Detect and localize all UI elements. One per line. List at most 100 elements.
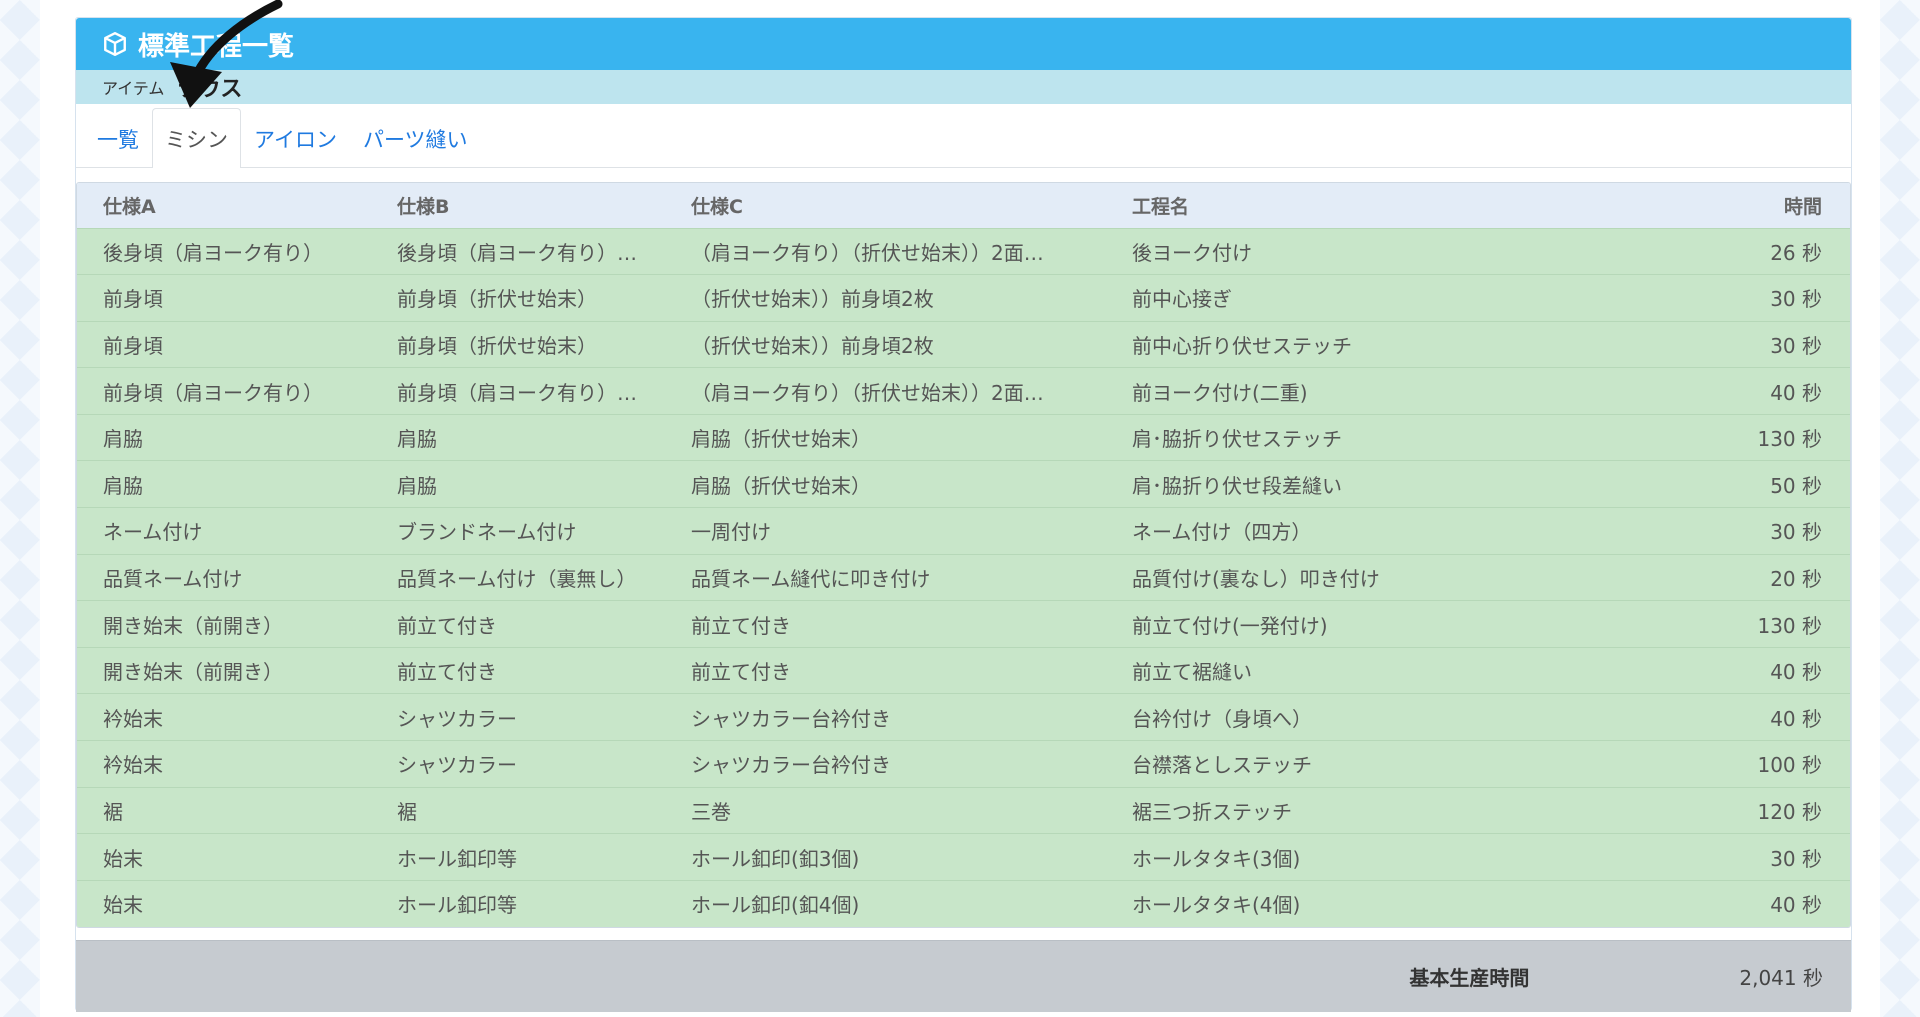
- table-body: 後身頃（肩ヨーク有り） 後身頃（肩ヨーク有り）… （肩ヨーク有り）（折伏せ始末））2…: [77, 228, 1850, 927]
- cube-icon: [102, 31, 128, 57]
- cell-time: 30 秒: [1770, 520, 1822, 545]
- card-header: 標準工程一覧: [76, 18, 1851, 70]
- table-row[interactable]: 前身頃（肩ヨーク有り） 前身頃（肩ヨーク有り）… （肩ヨーク有り）（折伏せ始末））2…: [77, 367, 1850, 415]
- table-row[interactable]: 肩脇 肩脇 肩脇（折伏せ始末） 肩･脇折り伏せ段差縫い 50 秒: [77, 460, 1850, 508]
- table-row[interactable]: 品質ネーム付け 品質ネーム付け（裏無し） 品質ネーム縫代に叩き付け 品質付け(裏なし）…: [77, 554, 1850, 601]
- table-row[interactable]: 前身頃 前身頃（折伏せ始末） （折伏せ始末））前身頃2枚 前中心折り伏せステッチ 30 …: [77, 321, 1850, 368]
- cell-spec-b: 品質ネーム付け（裏無し）: [397, 566, 637, 591]
- cell-spec-b: 前立て付き: [397, 613, 497, 638]
- cell-time: 130 秒: [1757, 427, 1822, 452]
- cell-spec-a: 後身頃（肩ヨーク有り）: [103, 240, 323, 265]
- cell-spec-c: ホール釦印(釦3個): [691, 846, 860, 871]
- table-row[interactable]: 始末 ホール釦印等 ホール釦印(釦3個) ホールタタキ(3個) 30 秒: [77, 833, 1850, 881]
- column-header-time[interactable]: 時間: [1656, 183, 1850, 228]
- item-subheader: アイテム ラウス: [76, 70, 1851, 104]
- cell-spec-a: 衿始末: [103, 706, 163, 731]
- cell-time: 40 秒: [1770, 380, 1822, 405]
- cell-time: 120 秒: [1757, 799, 1822, 824]
- cell-time: 30 秒: [1770, 287, 1822, 312]
- cell-process-name: 前中心接ぎ: [1132, 287, 1232, 312]
- cell-spec-a: 始末: [103, 893, 143, 918]
- cell-spec-c: 前立て付き: [691, 613, 791, 638]
- cell-spec-b: 前身頃（肩ヨーク有り）…: [397, 380, 637, 405]
- tab-bar: 一覧 ミシン アイロン パーツ縫い: [76, 104, 1851, 168]
- item-value: ラウス: [176, 77, 243, 102]
- cell-spec-a: 前身頃（肩ヨーク有り）: [103, 380, 323, 405]
- cell-spec-a: 前身頃: [103, 287, 163, 312]
- table-row[interactable]: 衿始末 シャツカラー シャツカラー台衿付き 台襟落としステッチ 100 秒: [77, 740, 1850, 788]
- cell-spec-c: （肩ヨーク有り）（折伏せ始末））2面…: [691, 240, 1044, 265]
- cell-spec-b: シャツカラー: [397, 706, 517, 731]
- cell-spec-a: 開き始末（前開き）: [103, 660, 283, 685]
- cell-process-name: ホールタタキ(3個): [1132, 846, 1301, 871]
- cell-time: 30 秒: [1770, 333, 1822, 358]
- process-table: 仕様A 仕様B 仕様C 工程名 時間 後身頃（肩ヨーク有り） 後身頃（肩ヨーク有り…: [77, 183, 1850, 927]
- cell-spec-a: 前身頃: [103, 333, 163, 358]
- table-row[interactable]: 後身頃（肩ヨーク有り） 後身頃（肩ヨーク有り）… （肩ヨーク有り）（折伏せ始末））2…: [77, 228, 1850, 275]
- cell-process-name: ネーム付け（四方）: [1132, 520, 1312, 545]
- cell-spec-b: ホール釦印等: [397, 893, 517, 918]
- table-row[interactable]: ネーム付け ブランドネーム付け 一周付け ネーム付け（四方） 30 秒: [77, 507, 1850, 555]
- cell-process-name: 台衿付け（身頃へ）: [1132, 706, 1312, 731]
- cell-time: 30 秒: [1770, 846, 1822, 871]
- table-row[interactable]: 裾 裾 三巻 裾三つ折ステッチ 120 秒: [77, 787, 1850, 834]
- cell-process-name: ホールタタキ(4個): [1132, 893, 1301, 918]
- table-row[interactable]: 前身頃 前身頃（折伏せ始末） （折伏せ始末））前身頃2枚 前中心接ぎ 30 秒: [77, 274, 1850, 322]
- cell-spec-b: 肩脇: [397, 427, 437, 452]
- cell-process-name: 後ヨーク付け: [1132, 240, 1252, 265]
- cell-spec-b: シャツカラー: [397, 753, 517, 778]
- cell-time: 26 秒: [1770, 240, 1822, 265]
- cell-time: 40 秒: [1770, 893, 1822, 918]
- cell-time: 130 秒: [1757, 613, 1822, 638]
- column-header-spec-b[interactable]: 仕様B: [371, 183, 665, 228]
- cell-spec-c: （肩ヨーク有り）（折伏せ始末））2面…: [691, 380, 1044, 405]
- cell-spec-a: 開き始末（前開き）: [103, 613, 283, 638]
- cell-spec-b: ブランドネーム付け: [397, 520, 577, 545]
- cell-process-name: 前中心折り伏せステッチ: [1132, 333, 1352, 358]
- cell-process-name: 裾三つ折ステッチ: [1132, 799, 1292, 824]
- cell-spec-a: 始末: [103, 846, 143, 871]
- column-header-process-name[interactable]: 工程名: [1106, 183, 1656, 228]
- cell-process-name: 肩･脇折り伏せステッチ: [1132, 427, 1342, 452]
- cell-spec-b: 前立て付き: [397, 660, 497, 685]
- cell-spec-b: 裾: [397, 799, 417, 824]
- cell-process-name: 台襟落としステッチ: [1132, 753, 1312, 778]
- cell-spec-b: 後身頃（肩ヨーク有り）…: [397, 240, 637, 265]
- cell-time: 100 秒: [1757, 753, 1822, 778]
- table-row[interactable]: 肩脇 肩脇 肩脇（折伏せ始末） 肩･脇折り伏せステッチ 130 秒: [77, 414, 1850, 461]
- cell-spec-a: 品質ネーム付け: [103, 566, 243, 591]
- cell-spec-a: 裾: [103, 799, 123, 824]
- cell-spec-c: 一周付け: [691, 520, 771, 545]
- cell-process-name: 肩･脇折り伏せ段差縫い: [1132, 473, 1342, 498]
- item-label: アイテム: [102, 79, 165, 98]
- table-row[interactable]: 開き始末（前開き） 前立て付き 前立て付き 前立て付け(一発付け) 130 秒: [77, 600, 1850, 648]
- table-row[interactable]: 衿始末 シャツカラー シャツカラー台衿付き 台衿付け（身頃へ） 40 秒: [77, 693, 1850, 741]
- total-time-value: 2,041 秒: [1739, 965, 1823, 990]
- process-table-wrapper: 仕様A 仕様B 仕様C 工程名 時間 後身頃（肩ヨーク有り） 後身頃（肩ヨーク有り…: [76, 182, 1851, 928]
- total-time-label: 基本生産時間: [1409, 965, 1530, 990]
- cell-spec-a: ネーム付け: [103, 520, 203, 545]
- cell-spec-c: ホール釦印(釦4個): [691, 893, 860, 918]
- cell-process-name: 前立て裾縫い: [1132, 660, 1252, 685]
- tab-iron[interactable]: アイロン: [241, 108, 350, 168]
- tab-sewing-machine[interactable]: ミシン: [152, 108, 241, 168]
- summary-bar: 基本生産時間 2,041 秒: [76, 939, 1851, 1012]
- column-header-spec-c[interactable]: 仕様C: [665, 183, 1106, 228]
- cell-time: 20 秒: [1770, 566, 1822, 591]
- cell-spec-c: 品質ネーム縫代に叩き付け: [691, 566, 931, 591]
- table-row[interactable]: 始末 ホール釦印等 ホール釦印(釦4個) ホールタタキ(4個) 40 秒: [77, 880, 1850, 927]
- cell-spec-c: （折伏せ始末））前身頃2枚: [691, 287, 934, 312]
- tab-parts-sewing[interactable]: パーツ縫い: [350, 108, 481, 168]
- table-row[interactable]: 開き始末（前開き） 前立て付き 前立て付き 前立て裾縫い 40 秒: [77, 647, 1850, 694]
- cell-process-name: 前立て付け(一発付け): [1132, 613, 1328, 638]
- cell-spec-c: シャツカラー台衿付き: [691, 706, 891, 731]
- cell-spec-b: ホール釦印等: [397, 846, 517, 871]
- process-card: 標準工程一覧 アイテム ラウス 一覧 ミシン アイロン パーツ縫い 仕様A 仕様…: [75, 17, 1852, 1012]
- cell-spec-b: 前身頃（折伏せ始末）: [397, 287, 597, 312]
- column-header-spec-a[interactable]: 仕様A: [77, 183, 371, 228]
- cell-time: 40 秒: [1770, 706, 1822, 731]
- cell-spec-a: 肩脇: [103, 473, 143, 498]
- tab-list[interactable]: 一覧: [84, 108, 152, 168]
- cell-spec-c: （折伏せ始末））前身頃2枚: [691, 333, 934, 358]
- cell-spec-c: 肩脇（折伏せ始末）: [691, 473, 871, 498]
